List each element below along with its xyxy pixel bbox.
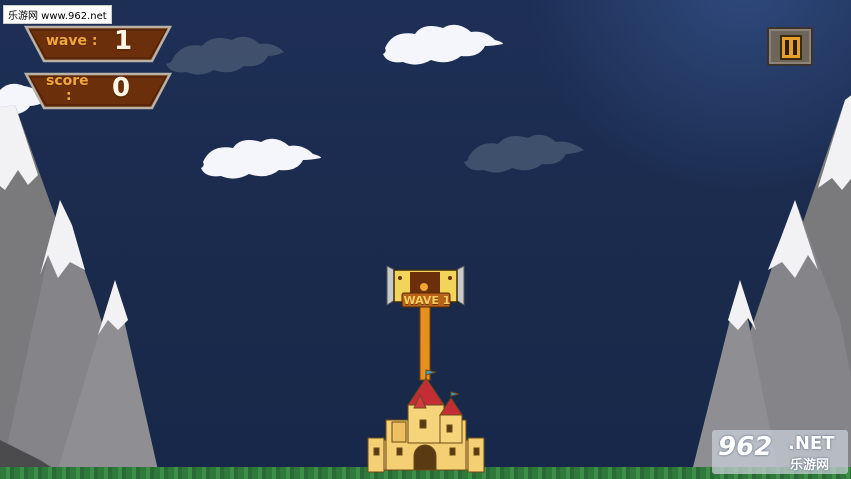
logo-number: 962 (718, 432, 773, 462)
wave-banner-label: WAVE 1 (403, 294, 451, 307)
site-watermark: 乐游网 www.962.net (3, 5, 112, 24)
pause-icon (780, 35, 802, 60)
logo-chinese: 乐游网 (790, 458, 830, 473)
pause-bar-right (793, 40, 797, 55)
pause-bar-left (785, 40, 789, 55)
wave-panel: wave : 1 (24, 25, 172, 63)
wave-label: wave : (46, 33, 98, 49)
game-stage: WAVE 1 wave : 1 score : 0 乐游网 www.962.ne… (0, 0, 851, 479)
pause-button[interactable] (767, 27, 813, 66)
castle-body (367, 369, 485, 473)
flag-pole (419, 299, 431, 381)
logo-suffix: .NET (788, 433, 835, 454)
score-value: 0 (112, 73, 131, 103)
score-label-colon: : (66, 88, 72, 104)
score-panel: score : 0 (24, 72, 172, 110)
score-label: score (46, 73, 89, 89)
wave-value: 1 (114, 26, 133, 56)
site-logo: 962 .NET 乐游网 (712, 430, 848, 474)
